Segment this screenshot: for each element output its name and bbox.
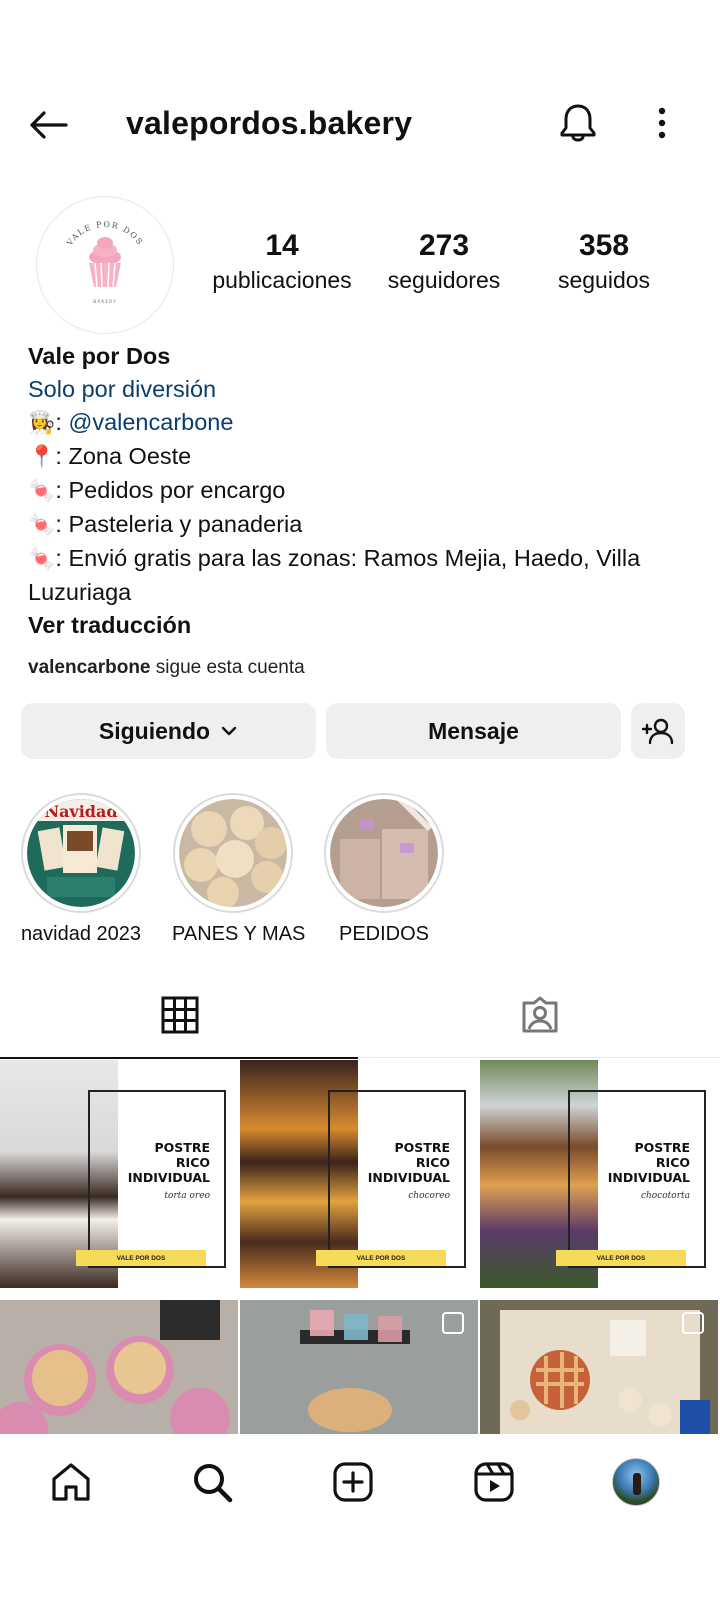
nav-home[interactable] [43,1454,99,1510]
stat-followers[interactable]: 273 seguidores [382,228,506,296]
post-subtitle: chocoreo [408,1191,450,1201]
post-banner: VALE POR DOS [556,1250,686,1266]
chevron-down-icon [221,726,237,736]
stat-following-label: seguidos [557,267,651,293]
tab-posts-grid[interactable] [0,972,360,1059]
candy-emoji-icon: 🍬 [28,547,56,572]
highlight-cover-image: Navidad [27,799,135,907]
home-icon [52,1463,90,1501]
arrow-left-icon [30,111,68,139]
bio-category[interactable]: Solo por diversión [28,373,700,406]
post-subtitle: chocotorta [640,1191,690,1201]
more-options-button[interactable] [644,101,680,145]
post-banner: VALE POR DOS [76,1250,206,1266]
bio-name: Vale por Dos [28,343,171,369]
nav-create[interactable] [325,1454,381,1510]
chef-emoji-icon: 👩‍🍳 [28,411,56,436]
post-title: POSTRE RICO INDIVIDUAL [127,1140,210,1185]
grid-icon [161,996,199,1034]
suggested-users-button[interactable] [631,703,685,759]
message-button[interactable]: Mensaje [326,703,621,759]
followed-by-user: valencarbone [28,657,151,678]
post-tile[interactable]: POSTRE RICO INDIVIDUAL chocotorta VALE POR… [480,1060,718,1288]
profile-username: valepordos.bakery [126,105,413,141]
highlight-panes[interactable]: PANES Y MAS [172,793,306,946]
post-tile[interactable] [0,1300,238,1434]
stat-followers-count: 273 [418,229,470,262]
post-photo [0,1300,238,1434]
post-title: POSTRE RICO INDIVIDUAL [367,1140,450,1185]
highlight-cover-image [330,799,438,907]
highlight-cover-image [179,799,287,907]
followed-by[interactable]: valencarbone sigue esta cuenta [28,657,305,679]
post-tile[interactable] [240,1300,478,1434]
bottom-nav [0,1434,720,1528]
highlight-ring [324,793,444,913]
post-subtitle: torta oreo [164,1191,210,1201]
back-button[interactable] [26,103,70,147]
svg-text:BAKERY: BAKERY [93,299,117,305]
highlight-ring [173,793,293,913]
add-person-icon [642,718,674,745]
highlight-pedidos[interactable]: PEDIDOS [323,793,445,946]
nav-search[interactable] [184,1454,240,1510]
bio-line-bakery: 🍬: Pasteleria y panaderia [28,511,303,538]
stat-posts-count: 14 [265,229,299,262]
post-title: POSTRE RICO INDIVIDUAL [607,1140,690,1185]
following-button[interactable]: Siguiendo [21,703,316,759]
tagged-person-icon [522,996,558,1033]
pin-emoji-icon: 📍 [28,445,56,470]
cupcake-logo: VALE POR DOS BAKERY [64,220,143,305]
highlight-navidad[interactable]: Navidad navidad 2023 [20,793,142,946]
stat-following[interactable]: 358 seguidos [548,228,660,296]
multiple-photos-icon [682,1312,704,1334]
stat-followers-label: seguidores [387,267,501,293]
profile-tabs [0,972,720,1059]
post-banner: VALE POR DOS [316,1250,446,1266]
profile-bio: Vale por Dos Solo por diversión 👩‍🍳: @va… [28,340,700,642]
profile-avatar[interactable]: VALE POR DOS BAKERY [36,196,174,334]
multiple-photos-icon [442,1312,464,1334]
svg-text:Navidad: Navidad [44,802,117,821]
candy-emoji-icon: 🍬 [28,513,56,538]
bell-icon [560,104,596,142]
more-vertical-icon [658,107,666,139]
bio-line-orders: 🍬: Pedidos por encargo [28,477,286,504]
highlight-label: navidad 2023 [20,923,142,945]
see-translation-link[interactable]: Ver traducción [28,609,700,642]
bio-mention-link[interactable]: @valencarbone [68,409,233,435]
profile-header: valepordos.bakery [0,95,720,155]
active-tab-indicator [0,1057,358,1059]
highlight-label: PANES Y MAS [172,923,306,945]
stat-posts-label: publicaciones [212,267,352,293]
post-tile[interactable] [480,1300,718,1434]
notifications-button[interactable] [556,101,600,145]
highlight-ring: Navidad [21,793,141,913]
tab-tagged[interactable] [360,972,720,1058]
stat-following-count: 358 [578,229,630,262]
nav-profile[interactable] [608,1454,664,1510]
candy-emoji-icon: 🍬 [28,479,56,504]
plus-square-icon [333,1462,373,1502]
message-button-label: Mensaje [428,717,519,744]
user-avatar [612,1458,660,1506]
nav-reels[interactable] [466,1454,522,1510]
post-tile[interactable]: POSTRE RICO INDIVIDUAL chocoreo VALE POR D… [240,1060,478,1288]
bio-line-shipping: 🍬: Envió gratis para las zonas: Ramos Me… [28,545,641,605]
post-tile[interactable]: POSTRE RICO INDIVIDUAL torta oreo VALE POR… [0,1060,238,1288]
stat-posts[interactable]: 14 publicaciones [206,228,358,296]
following-button-label: Siguiendo [98,717,211,744]
bio-line-mention: 👩‍🍳: @valencarbone [28,409,234,436]
highlight-label: PEDIDOS [338,923,430,945]
search-icon [194,1464,233,1503]
reels-icon [474,1462,514,1502]
bio-line-location: 📍: Zona Oeste [28,443,192,470]
